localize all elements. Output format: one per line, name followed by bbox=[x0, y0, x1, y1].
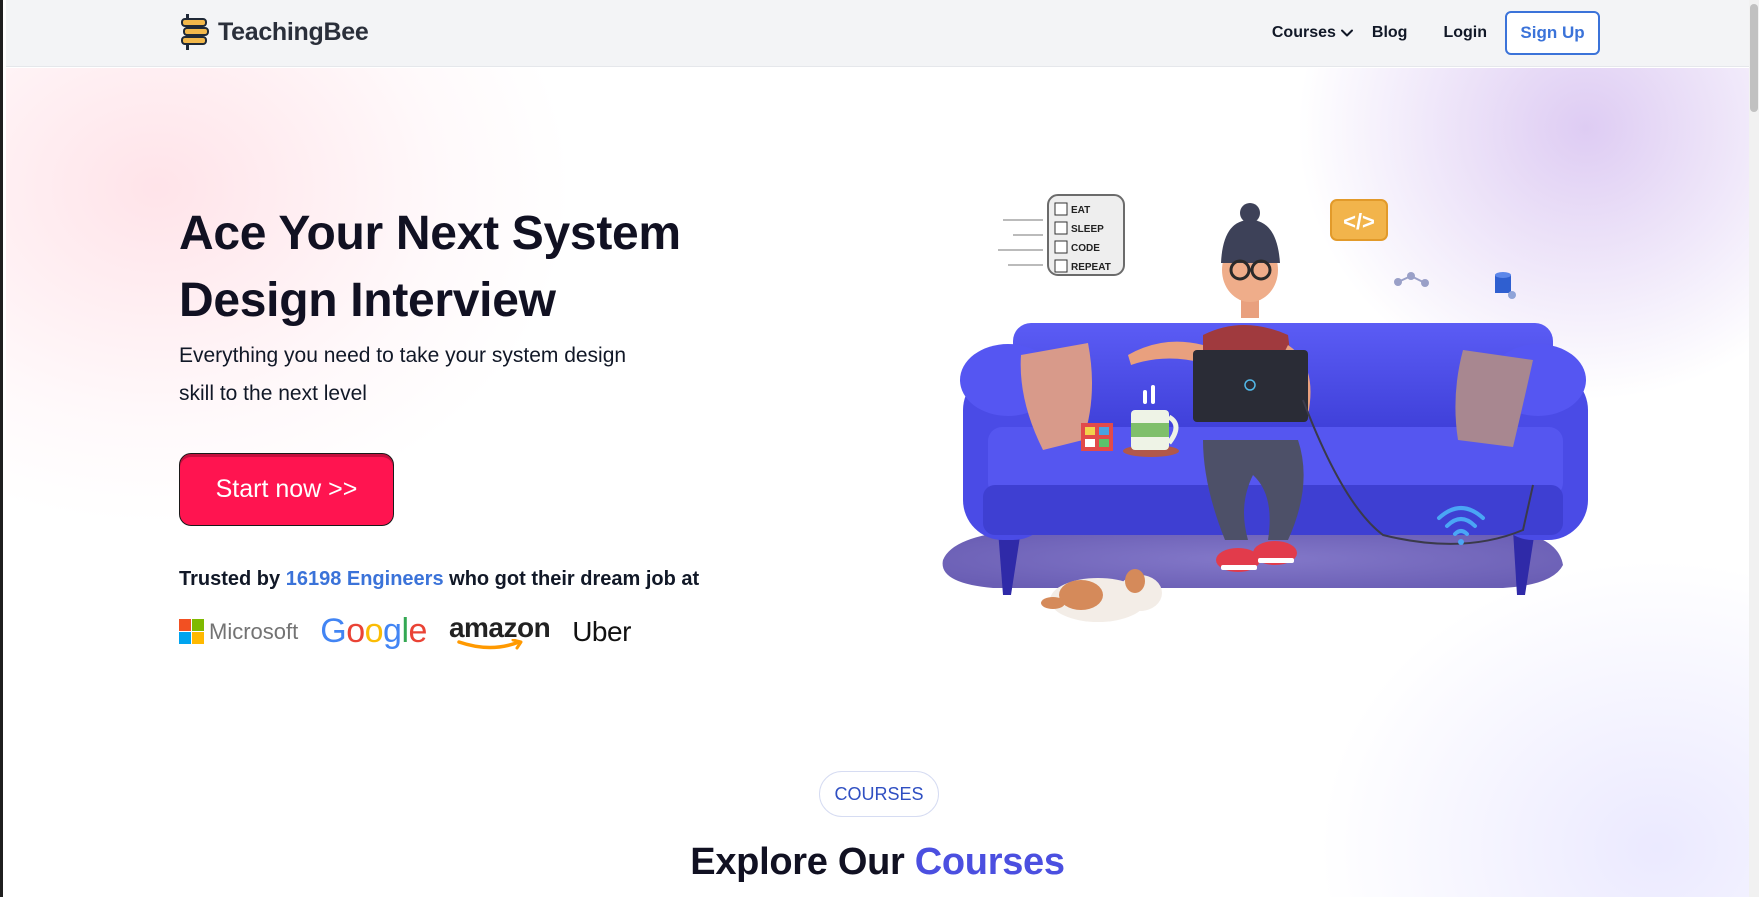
sign-item-repeat: REPEAT bbox=[1071, 262, 1111, 273]
browser-viewport: TeachingBee Courses Blog Login Sign Up A… bbox=[0, 0, 1759, 897]
teachingbee-logo-icon bbox=[181, 14, 209, 50]
start-now-button[interactable]: Start now >> bbox=[179, 453, 394, 526]
sign-item-eat: EAT bbox=[1071, 205, 1090, 216]
nav-blog-link[interactable]: Blog bbox=[1372, 24, 1408, 42]
trusted-suffix: who got their dream job at bbox=[443, 568, 700, 590]
title-accent: Courses bbox=[914, 841, 1065, 883]
hero-subtitle: Everything you need to take your system … bbox=[179, 344, 627, 405]
brand-name: TeachingBee bbox=[218, 17, 369, 46]
trusted-by-text: Trusted by 16198 Engineers who got their… bbox=[179, 568, 699, 591]
scrollbar-thumb[interactable] bbox=[1750, 4, 1758, 112]
hero-illustration: EAT SLEEP CODE REPEAT </> bbox=[942, 194, 1588, 622]
sign-item-code: CODE bbox=[1071, 243, 1100, 254]
nav-menu: Courses Blog Login Sign Up bbox=[1272, 11, 1600, 55]
sign-item-sleep: SLEEP bbox=[1071, 224, 1104, 235]
trusted-prefix: Trusted by bbox=[179, 568, 286, 590]
navbar: TeachingBee Courses Blog Login Sign Up bbox=[6, 0, 1752, 67]
nav-login-link[interactable]: Login bbox=[1443, 24, 1487, 42]
chevron-down-icon bbox=[1340, 29, 1353, 37]
molecule-icon bbox=[1394, 272, 1429, 287]
microsoft-squares-icon bbox=[179, 619, 204, 644]
microsoft-logo: Microsoft bbox=[179, 619, 298, 645]
nav-courses-label: Courses bbox=[1271, 24, 1336, 41]
laptop bbox=[1193, 350, 1308, 422]
brand-logo-link[interactable]: TeachingBee bbox=[180, 14, 369, 50]
uber-logo: Uber bbox=[572, 615, 631, 647]
signup-button[interactable]: Sign Up bbox=[1505, 11, 1600, 55]
hero-title: Ace Your Next System Design Interview bbox=[179, 207, 681, 327]
nav-courses-dropdown[interactable]: Courses bbox=[1272, 24, 1354, 42]
database-icon bbox=[1495, 272, 1516, 299]
beanie bbox=[1221, 220, 1280, 263]
amazon-smile-icon bbox=[457, 638, 523, 649]
amazon-logo: amazon bbox=[449, 612, 551, 651]
engineer-count: 16198 Engineers bbox=[285, 568, 444, 590]
code-badge-text: </> bbox=[1343, 209, 1375, 234]
microsoft-wordmark: Microsoft bbox=[209, 618, 299, 644]
title-prefix: Explore Our bbox=[690, 841, 915, 883]
courses-chip: COURSES bbox=[819, 771, 939, 817]
company-logos: Microsoft Google amazon Uber bbox=[179, 612, 631, 651]
explore-courses-title: Explore Our Courses bbox=[3, 841, 1752, 884]
page-scrollbar[interactable] bbox=[1749, 0, 1759, 897]
google-logo: Google bbox=[320, 612, 427, 650]
